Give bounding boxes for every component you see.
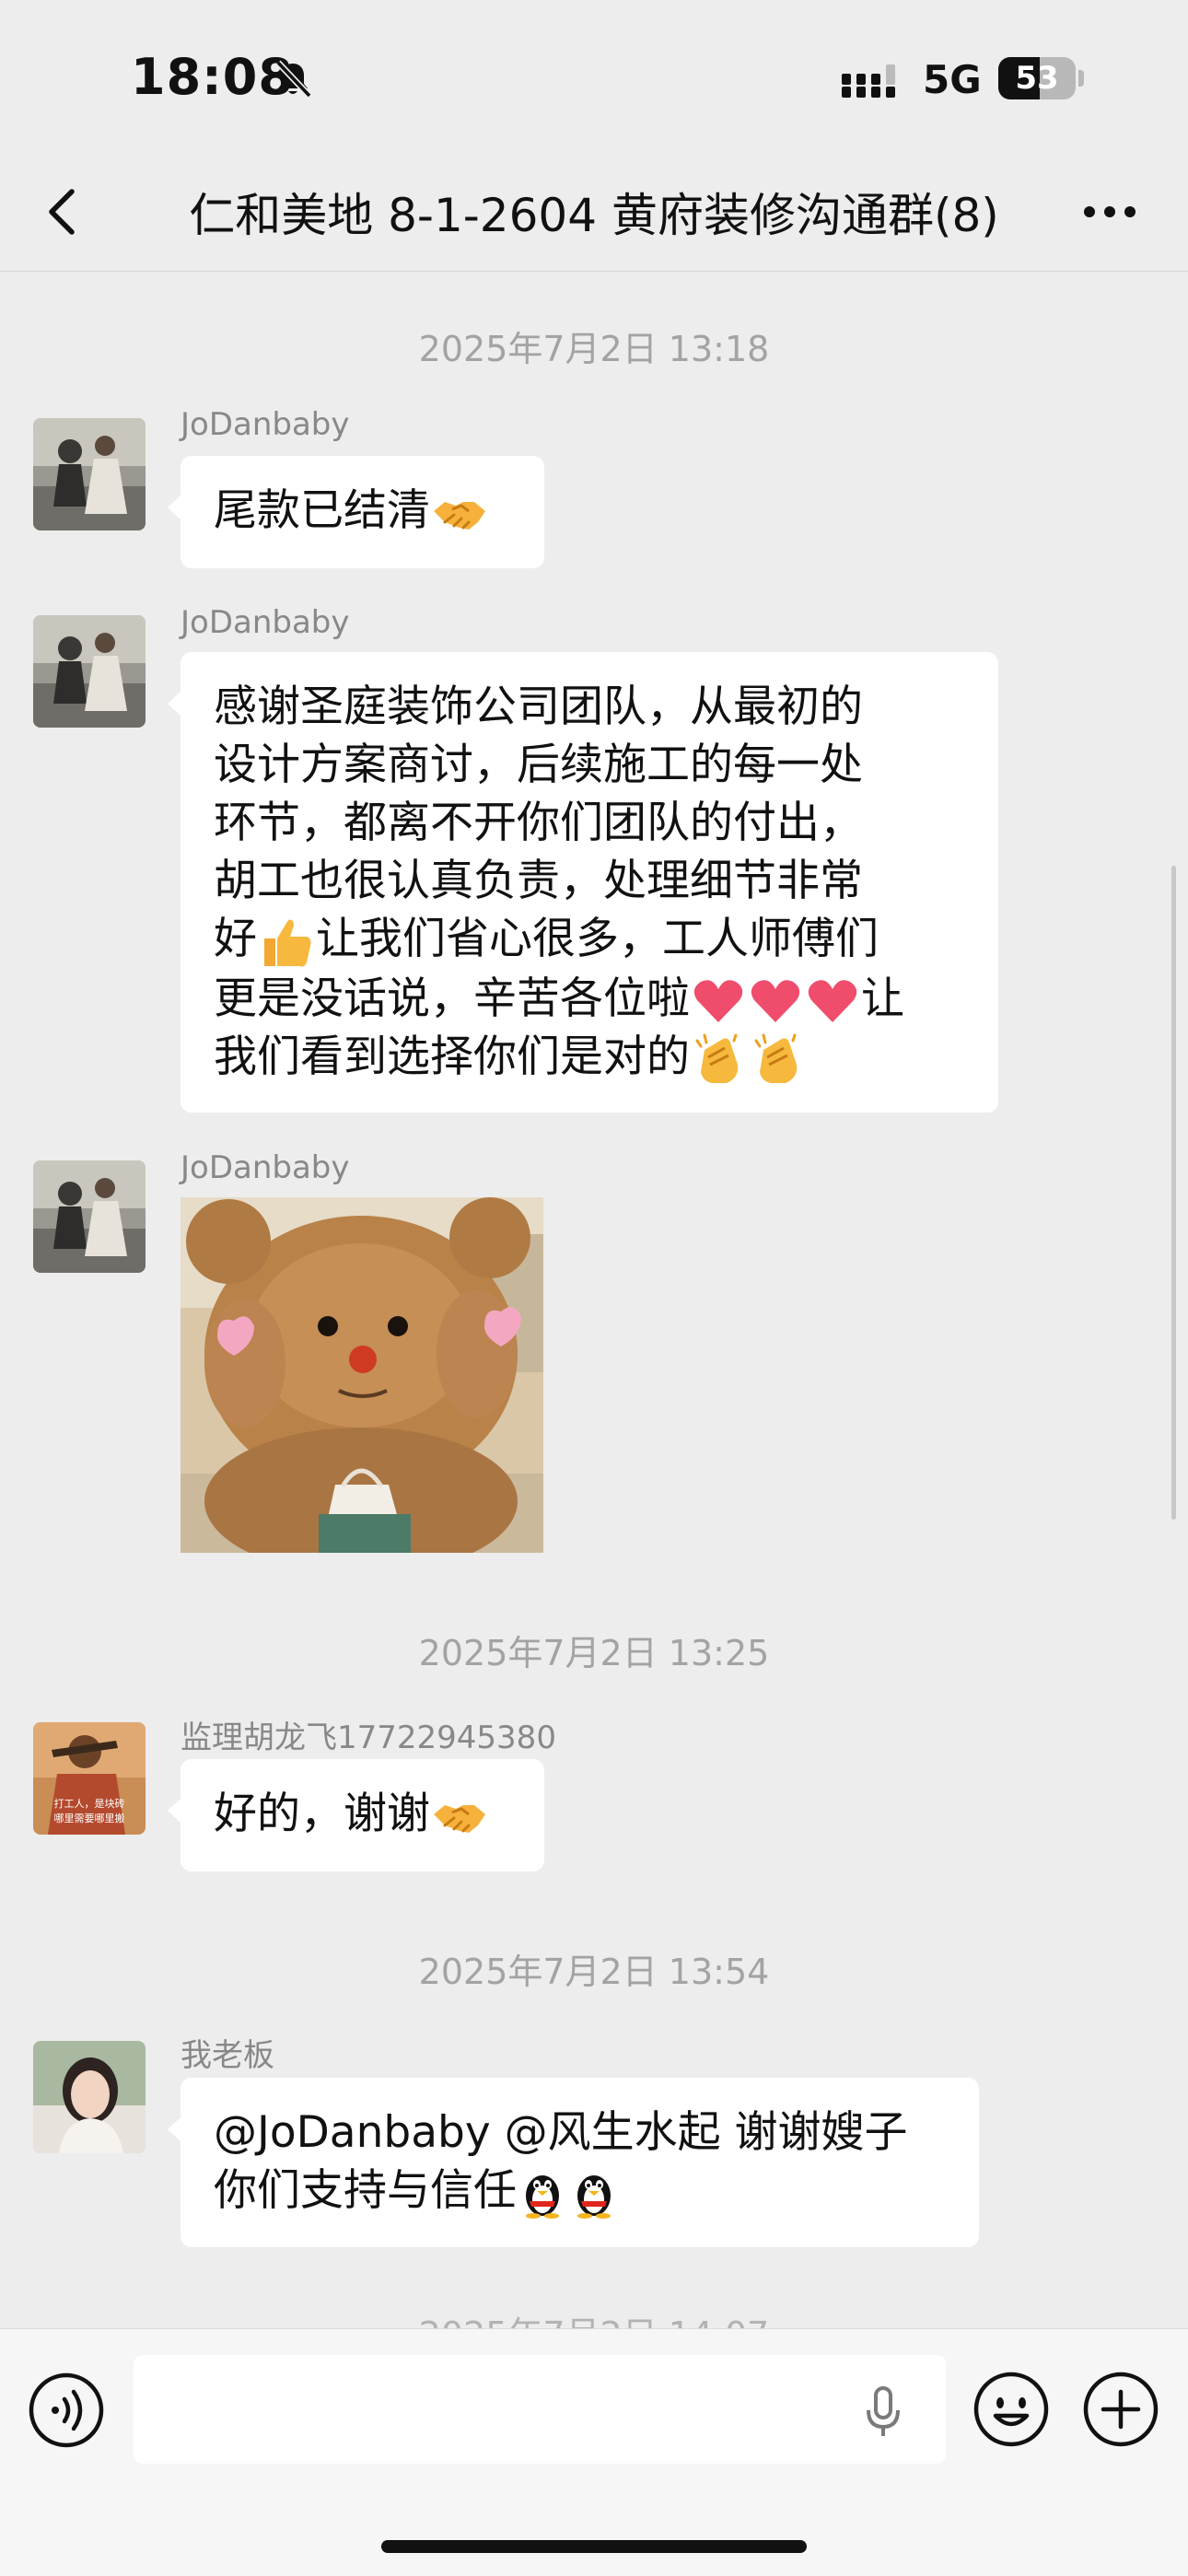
home-indicator — [381, 2540, 807, 2553]
network-type: 5G — [923, 57, 982, 102]
battery-indicator: 53 — [998, 57, 1084, 99]
message-timestamp: 2025年7月2日 13:54 — [418, 1952, 770, 1992]
message-line: 感谢圣庭装饰公司团队，从最初的 — [214, 682, 863, 732]
clapping-hands-icon — [695, 1033, 739, 1083]
message-line: 更是没话说，辛苦各位啦让 — [214, 973, 904, 1024]
message-line: 设计方案商讨，后续施工的每一处 — [214, 740, 863, 790]
message-line: 好让我们省心很多，工人师傅们 — [214, 910, 965, 970]
message-text: 好的，谢谢 — [214, 1789, 430, 1839]
handshake-icon — [434, 1804, 485, 1833]
message-line: @JoDanbaby @风生水起 谢谢嫂子 — [214, 2107, 908, 2158]
avatar-caption: 打工人，是块砖 — [54, 1797, 125, 1810]
voice-icon[interactable] — [28, 2372, 105, 2449]
mic-icon[interactable] — [861, 2386, 905, 2438]
avatar[interactable] — [33, 615, 146, 728]
cell-signal-icon — [842, 64, 895, 98]
penguin-icon — [526, 2174, 559, 2219]
clapping-hands-icon — [754, 1033, 798, 1083]
heart-icon — [693, 980, 743, 1022]
penguin-icon — [577, 2174, 611, 2219]
avatar[interactable]: 打工人，是块砖 哪里需要哪里搬 — [33, 1722, 146, 1835]
sender-name: JoDanbaby — [181, 406, 350, 443]
message-text: 尾款已结清 — [214, 485, 430, 536]
status-bar: 18:08 5G 53 — [0, 0, 1188, 157]
avatar-caption: 哪里需要哪里搬 — [54, 1812, 125, 1824]
chevron-left-icon[interactable] — [35, 182, 94, 241]
scrollbar[interactable] — [1171, 866, 1176, 1520]
status-time: 18:08 — [131, 48, 294, 106]
sender-name: JoDanbaby — [181, 1149, 350, 1186]
message-timestamp-partial: 2025年7月2日 14:07 — [0, 2306, 1188, 2328]
avatar[interactable] — [33, 1160, 146, 1273]
message-bubble[interactable]: 感谢圣庭装饰公司团队，从最初的 设计方案商讨，后续施工的每一处 环节，都离不开你… — [168, 652, 998, 1113]
message-timestamp: 2025年7月2日 13:25 — [418, 1633, 770, 1673]
chat-header: 仁和美地 8-1-2604 黄府装修沟通群(8) — [0, 157, 1188, 272]
chat-input-bar — [0, 2328, 1188, 2576]
message-line: 你们支持与信任 — [214, 2162, 946, 2220]
sender-name: 我老板 — [181, 2037, 274, 2074]
message-bubble[interactable]: 尾款已结清 — [168, 456, 544, 568]
message-bubble[interactable]: 好的，谢谢 — [168, 1759, 544, 1871]
message-line: 我们看到选择你们是对的 — [214, 1028, 965, 1088]
thumbs-up-icon — [264, 919, 311, 966]
message-line: 胡工也很认真负责，处理细节非常 — [214, 856, 863, 906]
heart-icon — [751, 980, 800, 1022]
avatar[interactable] — [33, 2041, 146, 2153]
message-timestamp: 2025年7月2日 13:18 — [418, 329, 770, 369]
sender-name: 监理胡龙飞17722945380 — [181, 1719, 556, 1756]
battery-level: 53 — [1015, 60, 1059, 97]
message-input[interactable] — [134, 2355, 946, 2464]
more-dots-icon[interactable] — [1079, 184, 1140, 239]
smiley-icon[interactable] — [972, 2370, 1051, 2449]
sender-name: JoDanbaby — [181, 604, 350, 641]
bell-muted-icon — [275, 60, 312, 99]
chat-title: 仁和美地 8-1-2604 黄府装修沟通群(8) — [189, 189, 999, 242]
plus-icon[interactable] — [1081, 2370, 1160, 2449]
message-bubble[interactable]: @JoDanbaby @风生水起 谢谢嫂子 你们支持与信任 — [168, 2078, 979, 2247]
avatar[interactable] — [33, 418, 146, 530]
heart-icon — [808, 980, 857, 1022]
handshake-icon — [434, 501, 485, 530]
bear-sticker-image[interactable] — [181, 1197, 543, 1553]
message-line: 环节，都离不开你们团队的付出， — [214, 798, 863, 848]
